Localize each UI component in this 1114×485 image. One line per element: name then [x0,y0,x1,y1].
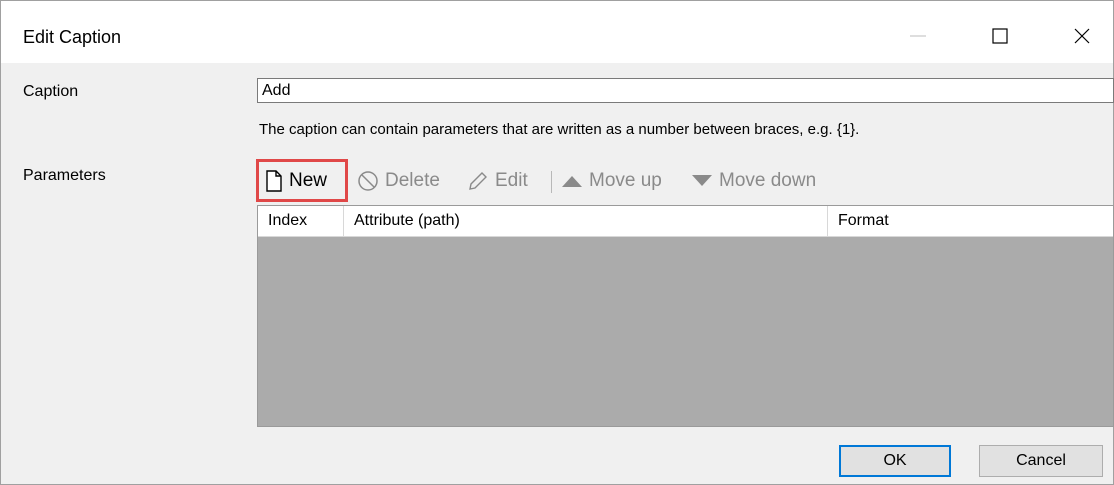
grid-header: Index Attribute (path) Format [258,206,1113,237]
delete-button-label: Delete [385,170,440,191]
column-header-index[interactable]: Index [258,206,344,236]
title-bar: Edit Caption [1,1,1113,63]
column-header-attribute-path[interactable]: Attribute (path) [344,206,828,236]
prohibited-icon [358,171,378,191]
parameters-label: Parameters [23,167,106,184]
minimize-icon [910,35,926,37]
caption-hint: The caption can contain parameters that … [259,121,860,138]
triangle-down-icon [692,175,712,186]
edit-button[interactable]: Edit [467,161,528,201]
minimize-button[interactable] [895,13,941,59]
edit-button-label: Edit [495,170,528,191]
move-down-button[interactable]: Move down [691,161,816,201]
parameters-toolbar: New Delete Edit Move up Move down [257,161,957,201]
caption-label: Caption [23,83,79,100]
caption-input[interactable] [257,78,1114,103]
pencil-icon [469,172,487,190]
window-title: Edit Caption [23,27,122,47]
ok-button[interactable]: OK [839,445,951,477]
move-up-button-label: Move up [589,170,662,191]
close-button[interactable] [1059,13,1105,59]
maximize-button[interactable] [977,13,1023,59]
parameters-grid[interactable]: Index Attribute (path) Format [257,205,1114,427]
new-button-highlight [256,159,348,202]
move-up-button[interactable]: Move up [561,161,662,201]
triangle-up-icon [562,176,582,187]
edit-caption-dialog: Edit Caption Caption The caption can con… [0,0,1114,485]
cancel-button[interactable]: Cancel [979,445,1103,477]
delete-button[interactable]: Delete [357,161,440,201]
move-down-button-label: Move down [719,170,817,191]
maximize-icon [992,28,1008,44]
close-icon [1074,28,1090,44]
column-header-format[interactable]: Format [828,206,1113,236]
toolbar-separator [551,171,552,193]
